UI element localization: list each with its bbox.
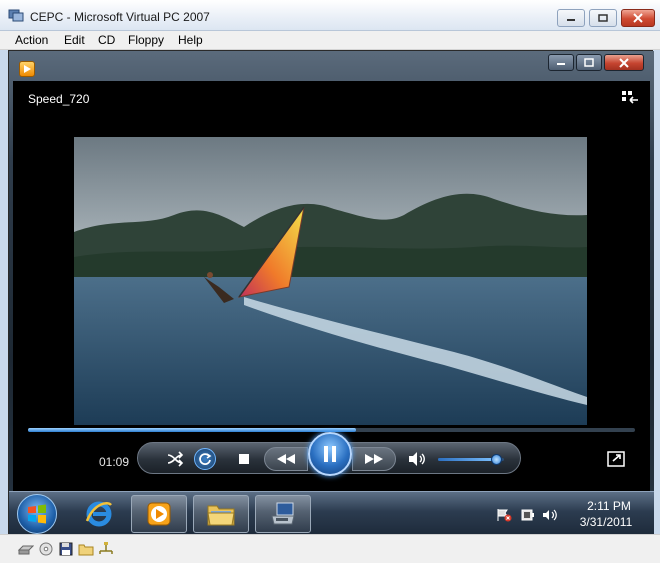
shared-folder-icon[interactable] (78, 542, 94, 556)
volume-slider[interactable] (438, 454, 504, 465)
rewind-icon (277, 454, 295, 464)
taskbar-remote-tools[interactable] (255, 495, 311, 533)
player-minimize-button[interactable] (548, 54, 574, 71)
seek-bar-fill (28, 428, 356, 432)
ie-icon (85, 501, 112, 527)
player-close-button[interactable] (604, 54, 644, 71)
taskbar-media-player[interactable] (131, 495, 187, 533)
hard-disk-icon[interactable] (18, 542, 34, 556)
mute-button[interactable] (406, 449, 428, 469)
floppy-icon[interactable] (58, 542, 74, 556)
battery-icon[interactable] (520, 508, 536, 522)
host-statusbar (0, 534, 660, 563)
start-button[interactable] (17, 494, 57, 534)
menu-cd[interactable]: CD (98, 33, 115, 47)
menu-action[interactable]: Action (15, 33, 48, 47)
stop-button[interactable] (236, 451, 252, 467)
video-frame[interactable] (74, 137, 587, 425)
switch-to-library-icon[interactable] (621, 90, 639, 106)
host-menubar: Action Edit CD Floppy Help (0, 31, 660, 50)
speaker-icon (409, 452, 425, 466)
repeat-icon (199, 453, 212, 465)
host-window-title: CEPC - Microsoft Virtual PC 2007 (30, 10, 210, 24)
guest-desktop: Speed_720 01:09 2:11 PM 3/31/2011 (8, 50, 654, 535)
clock-time[interactable]: 2:11 PM (579, 499, 639, 513)
host-minimize-button[interactable] (557, 9, 585, 27)
taskbar-internet-explorer[interactable] (71, 495, 127, 533)
stop-icon (239, 454, 249, 464)
taskbar: 2:11 PM 3/31/2011 (9, 491, 654, 535)
windows-logo-icon (28, 504, 46, 524)
cd-drive-icon[interactable] (38, 542, 54, 556)
play-pause-button[interactable] (308, 432, 352, 476)
elapsed-time: 01:09 (99, 455, 130, 469)
repeat-button[interactable] (194, 448, 216, 470)
shuffle-button[interactable] (164, 449, 186, 469)
menu-help[interactable]: Help (178, 33, 203, 47)
now-playing-area: Speed_720 01:09 (13, 81, 650, 491)
folder-icon (207, 505, 235, 526)
virtual-pc-icon (8, 9, 24, 22)
network-error-icon[interactable] (496, 508, 512, 522)
clock-date[interactable]: 3/31/2011 (571, 515, 641, 529)
volume-fill (438, 458, 498, 461)
menu-floppy[interactable]: Floppy (128, 33, 164, 47)
media-player-icon (147, 502, 171, 526)
host-restore-button[interactable] (589, 9, 617, 27)
previous-button[interactable] (264, 447, 308, 471)
player-maximize-button[interactable] (576, 54, 602, 71)
host-close-button[interactable] (621, 9, 655, 27)
computer-icon (271, 502, 295, 525)
media-player-app-icon (19, 61, 35, 77)
shuffle-icon (167, 451, 184, 467)
media-title: Speed_720 (28, 92, 90, 106)
volume-icon[interactable] (542, 508, 558, 522)
taskbar-explorer[interactable] (193, 495, 249, 533)
fullscreen-button[interactable] (607, 451, 625, 467)
network-icon[interactable] (98, 542, 114, 556)
volume-thumb[interactable] (491, 454, 503, 465)
fast-forward-icon (365, 454, 383, 464)
media-player-window: Speed_720 01:09 (9, 51, 654, 491)
host-titlebar: CEPC - Microsoft Virtual PC 2007 (0, 0, 660, 31)
pause-icon (324, 446, 336, 462)
menu-edit[interactable]: Edit (64, 33, 85, 47)
next-button[interactable] (352, 447, 396, 471)
